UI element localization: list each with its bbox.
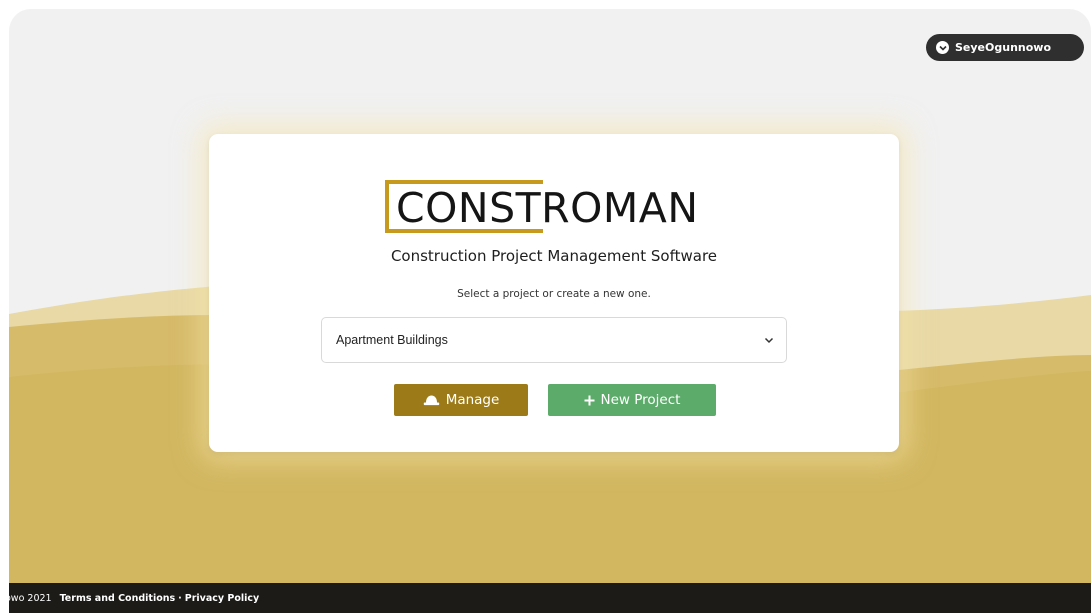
footer-copyright: owo 2021 [9,592,52,604]
hard-hat-icon [423,394,440,406]
chevron-down-circle-icon [936,41,949,54]
chevron-down-icon [764,333,774,347]
manage-label: Manage [445,392,500,408]
new-project-button[interactable]: New Project [548,384,716,416]
constroman-logo: CONSTROMAN [385,180,725,238]
project-select-value: Apartment Buildings [336,333,448,347]
logo-text: CONSTROMAN [396,184,699,232]
username: SeyeOgunnowo [955,41,1052,54]
app-frame: SeyeOgunnowo CONSTROMAN Construction Pro… [9,9,1091,613]
app-subtitle: Construction Project Management Software [390,247,718,265]
manage-button[interactable]: Manage [394,384,528,416]
project-card: CONSTROMAN Construction Project Manageme… [209,134,899,452]
user-menu-button[interactable]: SeyeOgunnowo [926,34,1084,61]
privacy-link[interactable]: Privacy Policy [185,593,259,604]
footer-separator: · [178,592,182,604]
terms-link[interactable]: Terms and Conditions [60,593,176,604]
footer: owo 2021 Terms and Conditions · Privacy … [9,583,1091,613]
plus-icon [584,395,595,406]
select-hint: Select a project or create a new one. [457,288,651,300]
new-project-label: New Project [600,392,681,408]
project-select[interactable]: Apartment Buildings [321,317,787,363]
